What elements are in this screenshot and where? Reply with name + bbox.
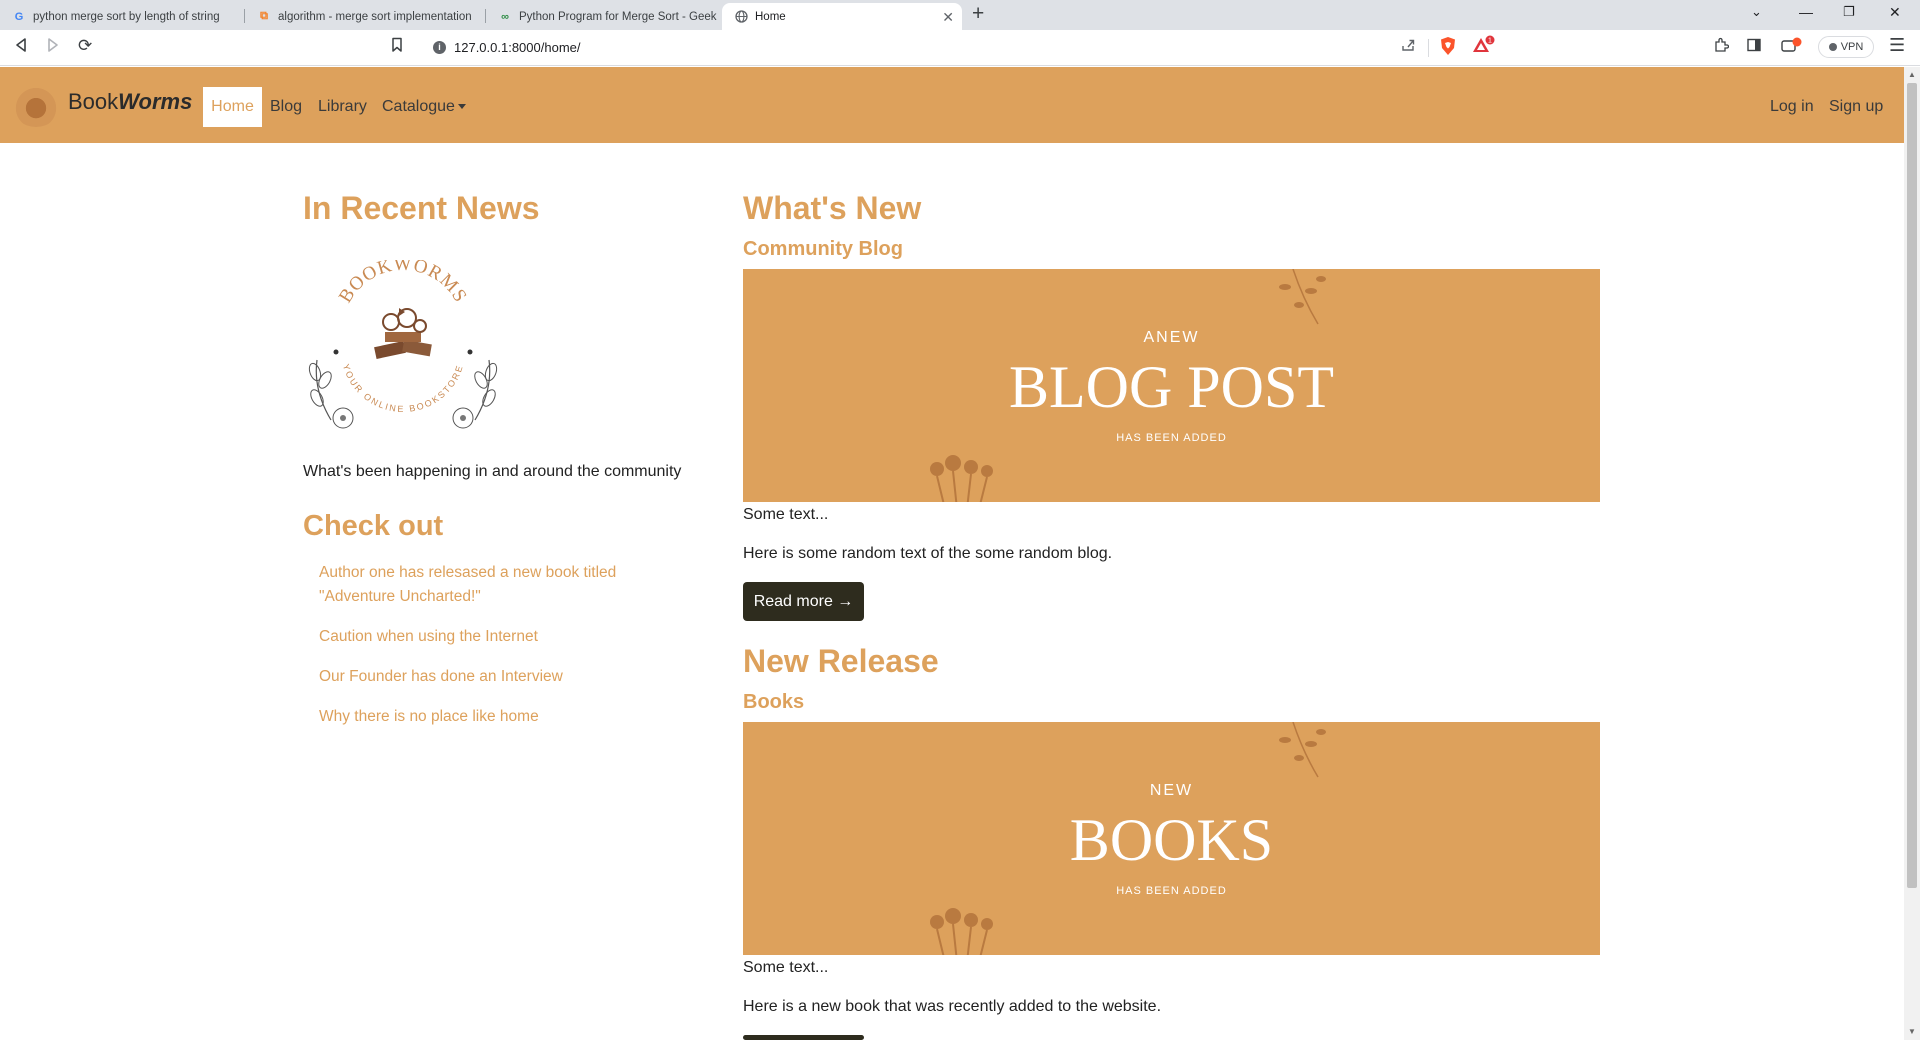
minimize-button[interactable]: — (1799, 4, 1813, 20)
brave-rewards-icon[interactable]: 1 (1472, 35, 1496, 60)
restore-button[interactable]: ❐ (1843, 4, 1855, 20)
back-icon[interactable] (14, 37, 28, 58)
reload-icon[interactable]: ⟳ (78, 36, 92, 56)
read-more-button[interactable]: Read more → (743, 582, 864, 621)
svg-text:BOOKWORMS: BOOKWORMS (335, 260, 471, 307)
browser-tab-bar: G python merge sort by length of string … (0, 0, 1920, 30)
tab-search-icon[interactable]: ⌄ (1751, 4, 1762, 20)
leaf-decoration-icon (1279, 269, 1326, 325)
leaf-decoration-icon (1279, 722, 1326, 778)
whats-new-heading: What's New (743, 190, 922, 226)
nav-signup[interactable]: Sign up (1821, 87, 1891, 127)
nav-blog[interactable]: Blog (262, 87, 310, 127)
browser-tab-active[interactable]: Home ✕ (722, 3, 962, 30)
community-blog-subheading: Community Blog (743, 238, 903, 260)
wallet-icon[interactable] (1781, 37, 1803, 58)
news-link[interactable]: Why there is no place like home (319, 705, 649, 729)
book-preview-text: Some text... (743, 959, 829, 976)
url-text[interactable]: 127.0.0.1:8000/home/ (454, 40, 581, 55)
extensions-icon[interactable] (1713, 37, 1730, 58)
google-icon: G (14, 10, 24, 23)
sidebar-icon[interactable] (1746, 37, 1762, 58)
stackoverflow-icon: ⧉ (260, 10, 268, 22)
browser-tab[interactable]: ⧉ algorithm - merge sort implementation (245, 3, 485, 30)
svg-text:1: 1 (1488, 38, 1492, 45)
new-tab-button[interactable]: + (972, 2, 984, 26)
flower-decoration-icon (930, 908, 993, 955)
books-subheading: Books (743, 691, 805, 713)
nav-catalogue-dropdown[interactable]: Catalogue (374, 87, 474, 127)
book-description: Here is a new book that was recently add… (743, 998, 1162, 1015)
blog-preview-text: Some text... (743, 506, 829, 523)
menu-icon[interactable]: ☰ (1889, 35, 1905, 56)
site-navbar: BookWorms Home Blog Library Catalogue Lo… (0, 67, 1904, 143)
vpn-button[interactable]: VPN (1818, 36, 1874, 58)
vpn-status-icon (1828, 43, 1837, 51)
read-more-button[interactable] (743, 1035, 864, 1040)
browser-tab[interactable]: ∞ Python Program for Merge Sort - Geek (486, 3, 722, 30)
svg-text:YOUR ONLINE BOOKSTORE: YOUR ONLINE BOOKSTORE (341, 363, 465, 414)
globe-icon (734, 10, 748, 24)
nav-library[interactable]: Library (310, 87, 375, 127)
brand-link[interactable]: BookWorms (68, 89, 192, 115)
close-tab-icon[interactable]: ✕ (942, 9, 954, 26)
bookmark-icon[interactable] (391, 37, 403, 58)
forward-icon[interactable] (46, 37, 60, 58)
scrollbar-thumb[interactable] (1907, 83, 1917, 888)
close-window-button[interactable]: ✕ (1889, 4, 1901, 21)
community-lede: What's been happening in and around the … (303, 463, 682, 480)
address-bar[interactable]: i 127.0.0.1:8000/home/ (420, 34, 1500, 62)
bookworms-logo-image: BOOKWORMS YOUR ONLINE BOOKSTORE (303, 254, 503, 440)
new-release-heading: New Release (743, 643, 939, 679)
geeksforgeeks-icon: ∞ (501, 10, 509, 23)
brand-logo-icon[interactable] (12, 85, 60, 127)
page-scrollbar[interactable]: ▲ ▼ (1904, 67, 1920, 1040)
scroll-down-icon[interactable]: ▼ (1908, 1027, 1916, 1036)
brave-shields-icon[interactable] (1439, 36, 1457, 61)
scroll-up-icon[interactable]: ▲ (1908, 70, 1916, 79)
browser-toolbar: ⟳ i 127.0.0.1:8000/home/ 1 VPN ☰ (0, 30, 1920, 66)
site-info-icon[interactable]: i (433, 41, 446, 54)
flower-decoration-icon (930, 455, 993, 502)
blog-post-banner: ANEW BLOG POST HAS BEEN ADDED (743, 269, 1600, 502)
nav-home[interactable]: Home (203, 87, 262, 127)
share-icon[interactable] (1400, 37, 1416, 58)
blog-description: Here is some random text of the some ran… (743, 545, 1113, 562)
news-link[interactable]: Caution when using the Internet (319, 625, 649, 649)
news-link[interactable]: Author one has relesased a new book titl… (319, 561, 649, 609)
news-link[interactable]: Our Founder has done an Interview (319, 665, 649, 689)
nav-login[interactable]: Log in (1762, 87, 1822, 127)
check-out-heading: Check out (303, 510, 444, 542)
recent-news-heading: In Recent News (303, 190, 540, 226)
caret-down-icon (457, 104, 466, 110)
new-books-banner: NEW BOOKS HAS BEEN ADDED (743, 722, 1600, 955)
browser-tab[interactable]: G python merge sort by length of string (0, 3, 244, 30)
